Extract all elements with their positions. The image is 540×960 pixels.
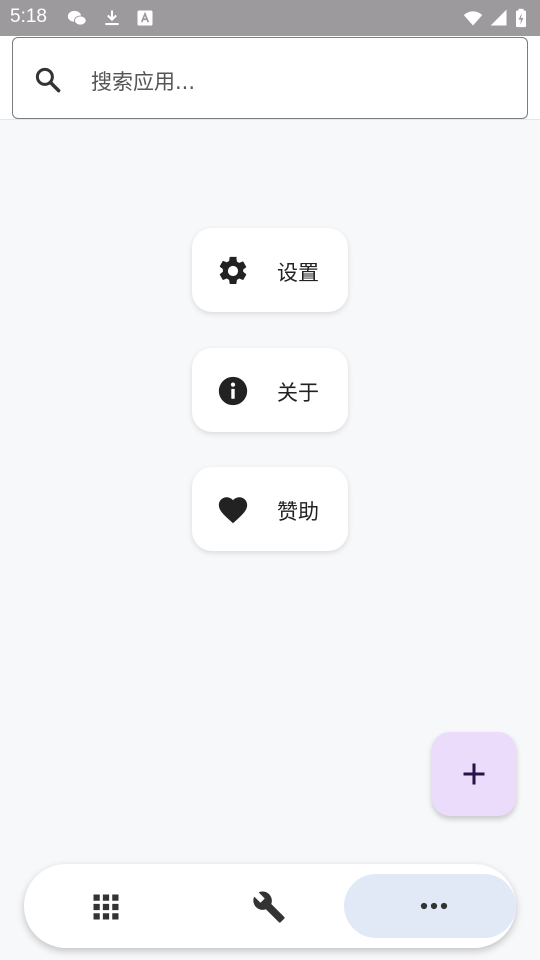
download-icon bbox=[105, 10, 119, 26]
sponsor-button[interactable]: 赞助 bbox=[192, 467, 348, 551]
wechat-icon bbox=[67, 10, 87, 26]
sponsor-label: 赞助 bbox=[277, 500, 319, 524]
top-panel: 搜索应用... bbox=[0, 36, 540, 120]
nav-apps[interactable] bbox=[24, 864, 188, 948]
heart-icon bbox=[218, 497, 248, 524]
more-icon bbox=[420, 902, 448, 910]
nav-tools[interactable] bbox=[188, 864, 352, 948]
settings-button[interactable]: 设置 bbox=[192, 228, 348, 312]
wifi-icon bbox=[463, 11, 483, 26]
bottom-navigation bbox=[24, 864, 516, 948]
search-placeholder: 搜索应用... bbox=[91, 70, 196, 94]
search-icon[interactable] bbox=[33, 65, 63, 95]
info-icon bbox=[218, 376, 248, 406]
wrench-icon bbox=[253, 891, 285, 923]
status-bar: 5:18 bbox=[0, 0, 540, 36]
gear-icon bbox=[219, 256, 247, 285]
grid-icon bbox=[93, 894, 119, 920]
signal-icon bbox=[490, 9, 507, 26]
settings-label: 设置 bbox=[277, 261, 319, 285]
nav-more[interactable] bbox=[344, 874, 516, 938]
status-time: 5:18 bbox=[10, 6, 47, 27]
add-button[interactable] bbox=[432, 732, 516, 816]
about-label: 关于 bbox=[277, 381, 319, 405]
search-input[interactable]: 搜索应用... bbox=[12, 37, 528, 119]
battery-icon bbox=[516, 8, 526, 28]
plus-icon bbox=[463, 763, 485, 785]
about-button[interactable]: 关于 bbox=[192, 348, 348, 432]
text-a-icon bbox=[137, 10, 153, 26]
